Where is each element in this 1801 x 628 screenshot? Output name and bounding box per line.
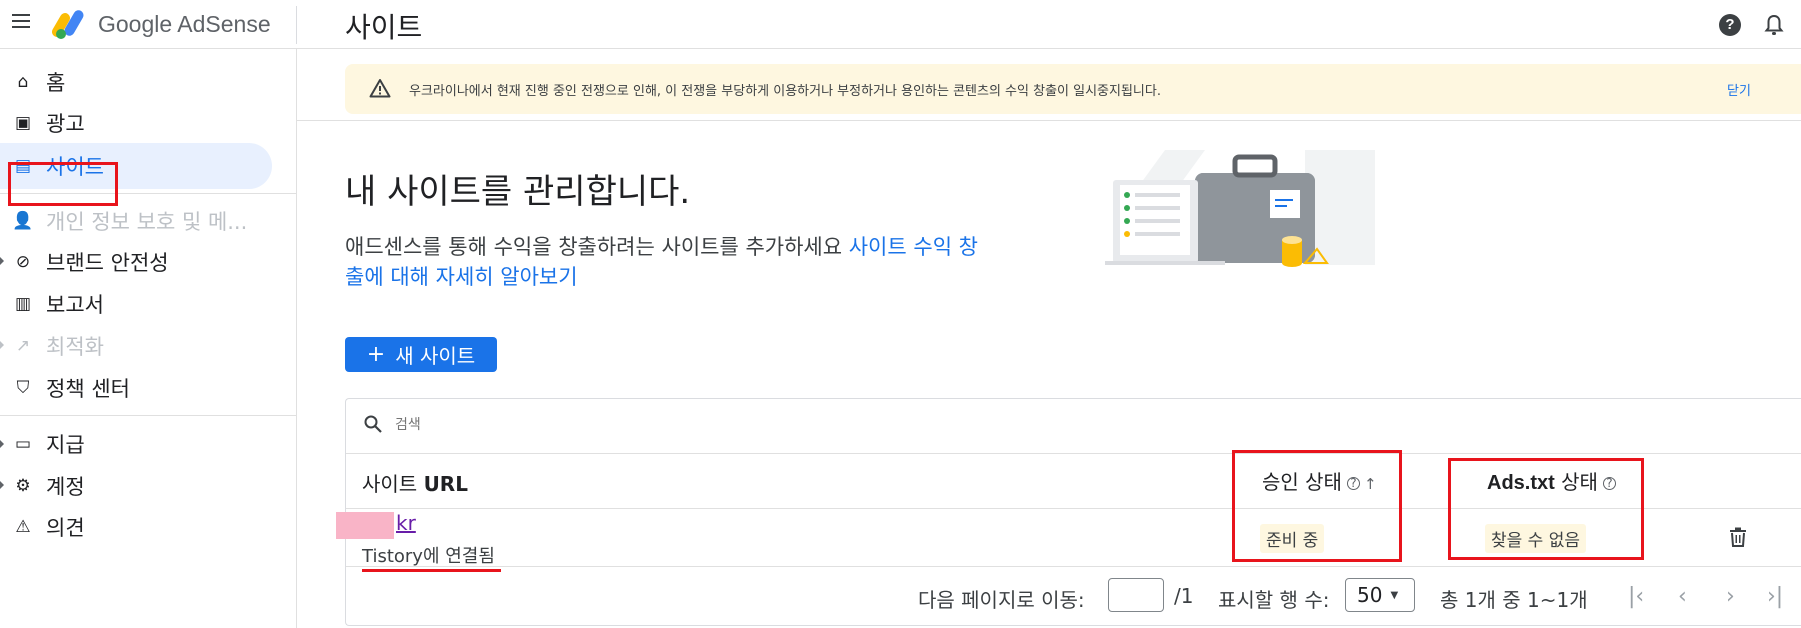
sidebar-divider: [0, 415, 296, 416]
linked-platform-suffix: 에 연결됨: [422, 546, 495, 567]
sidebar-item-label: 계정: [46, 475, 85, 499]
table-divider: [346, 566, 1801, 567]
policy-icon: ⛉: [16, 378, 30, 398]
block-icon: ⊘: [15, 252, 31, 272]
product-name[interactable]: Google AdSense: [98, 11, 271, 38]
dropdown-arrow-icon: ▼: [1390, 589, 1399, 601]
adsense-logo[interactable]: [52, 8, 92, 40]
feedback-icon: ⚠: [15, 517, 31, 537]
description-text: 애드센스를 통해 수익을 창출하려는 사이트를 추가하세요: [345, 235, 849, 259]
highlight-box-sites: [8, 162, 118, 206]
column-header-text: 사이트: [362, 472, 424, 496]
help-icon[interactable]: ?: [1719, 14, 1741, 36]
goto-page-label: 다음 페이지로 이동:: [918, 588, 1085, 612]
gear-icon: ⚙: [15, 476, 31, 496]
sidebar-item-label: 홈: [46, 71, 66, 95]
site-url-link[interactable]: kr: [396, 511, 416, 535]
highlight-box-ads-txt: [1448, 458, 1644, 560]
sidebar-nav: ⌂ 홈 ▣ 광고 ▤ 사이트 👤 개인 정보 보호 및 메... ⊘ 브랜드 안…: [0, 49, 297, 628]
sidebar-item-policy-center[interactable]: ⛉ 정책 센터: [0, 365, 280, 411]
banner-close-link[interactable]: 닫기: [1727, 80, 1751, 99]
total-pages: /1: [1174, 584, 1194, 608]
reports-icon: ▥: [14, 294, 32, 314]
sidebar-item-label: 의견: [46, 516, 85, 540]
site-linked-platform: Tistory에 연결됨: [362, 542, 495, 568]
sidebar-item-account[interactable]: ⚙ 계정: [0, 463, 280, 509]
sidebar-item-label: 지급: [46, 433, 85, 457]
last-page-icon[interactable]: ›|: [1767, 584, 1783, 609]
column-header-site-url[interactable]: 사이트 URL: [362, 468, 468, 497]
banner-message: 우크라이나에서 현재 진행 중인 전쟁으로 인해, 이 전쟁을 부당하게 이용하…: [409, 84, 1161, 99]
search-input[interactable]: [393, 412, 797, 438]
search-icon: [364, 415, 382, 433]
notifications-bell-icon[interactable]: [1764, 13, 1784, 37]
new-site-button-label: 새 사이트: [395, 344, 476, 368]
highlight-box-approval: [1232, 450, 1402, 562]
sidebar-item-ads[interactable]: ▣ 광고: [0, 100, 280, 146]
goto-page-input[interactable]: [1108, 578, 1164, 612]
linked-platform-name: Tistory: [362, 546, 423, 567]
new-site-button[interactable]: + 새 사이트: [345, 337, 497, 372]
rows-per-page-label: 표시할 행 수:: [1218, 588, 1330, 612]
payments-icon: ▭: [14, 434, 32, 454]
briefcase-illustration: [1105, 150, 1375, 267]
sidebar-item-reports[interactable]: ▥ 보고서: [0, 281, 280, 327]
page-title: 사이트: [345, 11, 423, 44]
warning-icon: [369, 79, 391, 98]
rows-per-page-value: 50: [1357, 583, 1383, 607]
privacy-icon: 👤: [12, 211, 34, 231]
previous-page-icon[interactable]: ‹: [1678, 584, 1687, 609]
sidebar-item-label: 정책 센터: [46, 377, 130, 401]
next-page-icon[interactable]: ›: [1726, 584, 1735, 609]
sidebar-item-label: 최적화: [46, 335, 104, 359]
delete-trash-icon[interactable]: [1729, 527, 1747, 547]
content-divider: [297, 120, 1801, 121]
pagination-range: 총 1개 중 1~1개: [1440, 588, 1588, 612]
page-description: 애드센스를 통해 수익을 창출하려는 사이트를 추가하세요 사이트 수익 창출에…: [345, 232, 985, 292]
sidebar-item-label: 개인 정보 보호 및 메...: [46, 210, 248, 234]
redacted-url-block: [336, 512, 394, 539]
trending-icon: ↗: [15, 336, 31, 356]
sidebar-item-payments[interactable]: ▭ 지급: [0, 421, 280, 467]
sidebar-item-brand-safety[interactable]: ⊘ 브랜드 안전성: [0, 239, 280, 285]
plus-icon: +: [366, 342, 386, 367]
sidebar-item-label: 브랜드 안전성: [46, 251, 169, 275]
sidebar-item-optimization[interactable]: ↗ 최적화: [0, 323, 280, 369]
annotation-underline: [362, 569, 501, 572]
top-divider: [296, 6, 297, 44]
table-divider: [346, 453, 1801, 454]
first-page-icon[interactable]: |‹: [1628, 584, 1644, 609]
home-icon: ⌂: [17, 72, 29, 92]
sidebar-item-feedback[interactable]: ⚠ 의견: [0, 504, 280, 550]
ads-icon: ▣: [14, 113, 32, 133]
page-headline: 내 사이트를 관리합니다.: [345, 172, 691, 212]
sidebar-item-label: 보고서: [46, 293, 104, 317]
sidebar-item-label: 광고: [46, 112, 85, 136]
menu-icon[interactable]: [12, 14, 34, 34]
rows-per-page-select[interactable]: 50 ▼: [1345, 578, 1415, 612]
column-header-bold-text: URL: [423, 472, 468, 496]
sidebar-item-home[interactable]: ⌂ 홈: [0, 59, 280, 105]
